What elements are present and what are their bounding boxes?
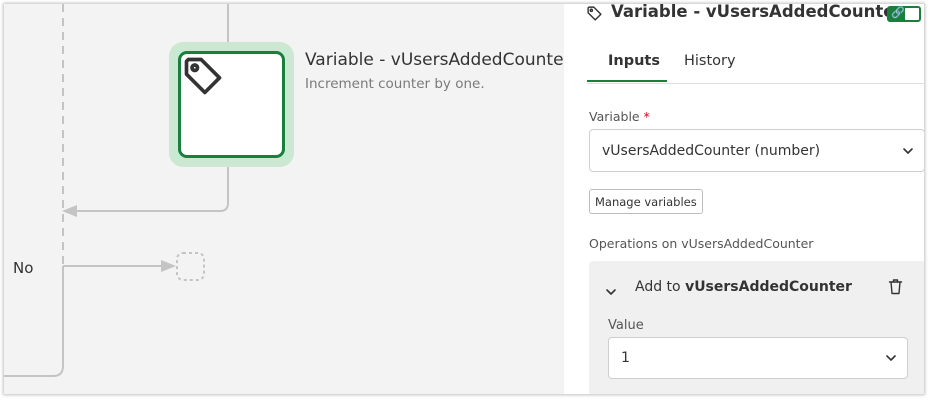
empty-step-placeholder (176, 252, 205, 281)
tab-inputs[interactable]: Inputs (608, 53, 660, 69)
tag-icon (586, 5, 603, 26)
value-label: Value (608, 318, 644, 333)
toggle-knob (905, 8, 919, 20)
arrowhead-right-icon (161, 260, 176, 272)
branch-label-no: No (13, 259, 34, 277)
trash-icon[interactable] (888, 278, 903, 299)
enable-toggle[interactable]: 🔗 (887, 6, 921, 22)
chevron-down-icon (902, 143, 914, 159)
tab-history[interactable]: History (684, 53, 736, 69)
operations-label: Operations on vUsersAddedCounter (589, 236, 814, 251)
operation-title: Add to vUsersAddedCounter (635, 279, 852, 295)
collapse-chevron-icon[interactable] (605, 281, 617, 300)
flow-canvas[interactable]: Variable - vUsersAddedCounter Increment … (4, 4, 571, 394)
operation-target: vUsersAddedCounter (685, 279, 852, 295)
variable-label-text: Variable (589, 109, 640, 124)
link-icon: 🔗 (891, 6, 905, 19)
manage-variables-button[interactable]: Manage variables (589, 189, 703, 214)
variable-select-value: vUsersAddedCounter (number) (602, 142, 821, 159)
solid-return-line (4, 266, 64, 377)
app-window: Variable - vUsersAddedCounter Increment … (4, 4, 924, 394)
chevron-down-icon (885, 350, 897, 366)
required-marker: * (643, 109, 650, 124)
properties-panel: Variable - vUsersAddedCounter 🔗 Inputs H… (565, 4, 924, 394)
arrowhead-left-icon (62, 205, 77, 217)
variable-select[interactable]: vUsersAddedCounter (number) (589, 129, 924, 172)
operation-action: Add to (635, 279, 681, 295)
node-title: Variable - vUsersAddedCounter (305, 50, 571, 70)
value-select-value: 1 (621, 350, 630, 366)
outgoing-connector (74, 167, 229, 212)
tabs-divider (587, 83, 924, 84)
variable-block-node[interactable] (169, 42, 294, 167)
operation-card: Add to vUsersAddedCounter Value 1 (589, 261, 924, 394)
panel-title: Variable - vUsersAddedCounter (611, 4, 903, 21)
node-subtitle: Increment counter by one. (305, 76, 485, 92)
active-tab-indicator (587, 80, 667, 82)
variable-field-label: Variable * (589, 109, 650, 124)
value-select[interactable]: 1 (608, 337, 908, 379)
